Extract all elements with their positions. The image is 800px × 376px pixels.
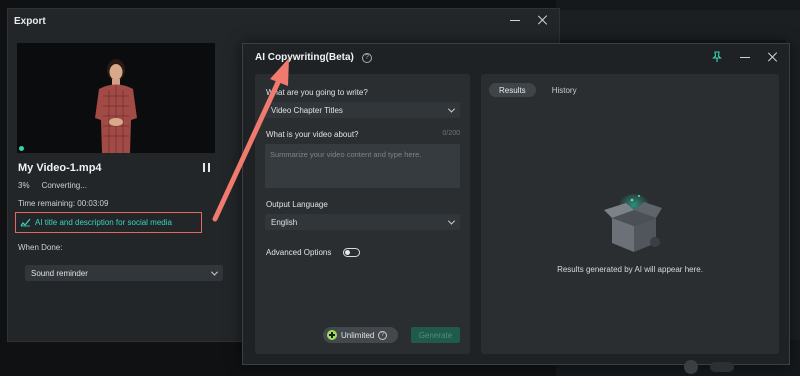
chevron-down-icon xyxy=(210,268,219,276)
minimize-icon[interactable] xyxy=(739,51,751,63)
progress-status: Converting... xyxy=(41,181,87,190)
help-icon[interactable]: ? xyxy=(361,52,372,63)
generate-button[interactable]: Generate xyxy=(411,327,460,343)
when-done-select[interactable]: Sound reminder xyxy=(25,265,223,281)
video-summary-input[interactable]: Summarize your video content and type he… xyxy=(265,144,460,188)
tab-results[interactable]: Results xyxy=(489,83,536,97)
language-select[interactable]: English xyxy=(265,214,460,230)
about-label: What is your video about? xyxy=(266,130,359,139)
presenter-image xyxy=(95,59,137,153)
close-icon[interactable] xyxy=(537,14,549,26)
chevron-down-icon xyxy=(447,105,456,113)
export-title: Export xyxy=(14,15,46,27)
ai-title-description-link[interactable]: AI title and description for social medi… xyxy=(15,212,202,233)
pin-icon[interactable] xyxy=(711,51,723,63)
write-type-select[interactable]: Video Chapter Titles xyxy=(265,102,460,118)
empty-box-icon xyxy=(604,194,662,252)
export-filename: My Video-1.mp4 xyxy=(18,162,102,174)
advanced-options-label: Advanced Options xyxy=(266,248,332,257)
chevron-down-icon xyxy=(447,217,456,225)
plus-icon xyxy=(327,330,337,340)
ai-link-label: AI title and description for social medi… xyxy=(35,218,172,227)
results-panel: Results History Results generated by AI … xyxy=(481,74,779,354)
timeline-slider[interactable] xyxy=(710,362,734,372)
video-preview xyxy=(17,43,215,153)
ai-pen-icon xyxy=(20,218,31,227)
pause-icon[interactable] xyxy=(203,163,210,172)
language-label: Output Language xyxy=(266,200,328,209)
write-type-value: Video Chapter Titles xyxy=(271,105,343,115)
timeline-control[interactable] xyxy=(684,360,698,374)
when-done-label: When Done: xyxy=(18,243,63,252)
progress-percent: 3% xyxy=(18,181,30,190)
playhead-dot xyxy=(19,146,24,151)
background-panel xyxy=(556,10,796,40)
empty-results-message: Results generated by AI will appear here… xyxy=(557,265,703,274)
ai-copywriting-window: AI Copywriting(Beta) ? What are you goin… xyxy=(242,43,790,365)
unlimited-button[interactable]: Unlimited ? xyxy=(323,327,398,343)
language-value: English xyxy=(271,217,298,227)
time-remaining: Time remaining: 00:03:09 xyxy=(18,199,109,208)
unlimited-label: Unlimited xyxy=(341,330,375,340)
when-done-value: Sound reminder xyxy=(31,268,88,278)
close-icon[interactable] xyxy=(767,51,779,63)
minimize-icon[interactable] xyxy=(509,14,521,26)
write-label: What are you going to write? xyxy=(266,88,368,97)
tab-history[interactable]: History xyxy=(542,83,587,97)
help-icon[interactable]: ? xyxy=(378,330,388,340)
character-counter: 0/200 xyxy=(442,130,460,137)
advanced-options-toggle[interactable] xyxy=(343,248,360,257)
ai-window-title: AI Copywriting(Beta) xyxy=(255,52,354,63)
input-panel: What are you going to write? Video Chapt… xyxy=(255,74,470,354)
